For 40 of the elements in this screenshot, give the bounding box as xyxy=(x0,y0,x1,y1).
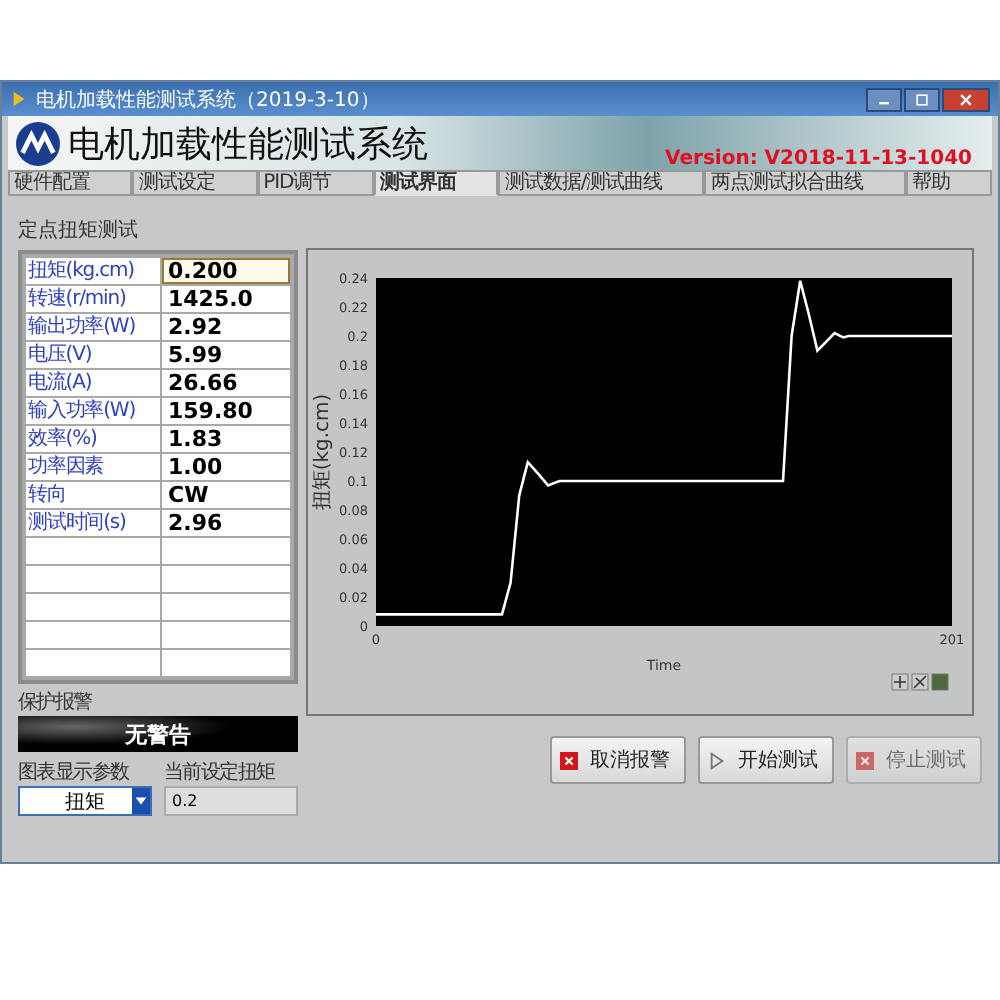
tab[interactable]: 测试界面 xyxy=(374,170,499,196)
table-cell: 159.80 xyxy=(162,398,290,424)
tab[interactable]: 两点测试拟合曲线 xyxy=(704,170,906,196)
window-title: 电机加载性能测试系统（2019-3-10） xyxy=(36,87,380,113)
table-cell: 1.83 xyxy=(162,426,290,452)
table-cell: 1425.0 xyxy=(162,286,290,312)
torque-setting-field: 0.2 xyxy=(164,786,298,816)
table-cell: 2.96 xyxy=(162,510,290,536)
table-cell: 电流(A) xyxy=(26,370,160,396)
table-cell: 功率因素 xyxy=(26,454,160,480)
alarm-label: 保护报警 xyxy=(18,689,94,716)
tab[interactable]: PID调节 xyxy=(257,170,375,196)
table-cell: 转向 xyxy=(26,482,160,508)
tab[interactable]: 测试设定 xyxy=(132,170,258,196)
panel-title: 定点扭矩测试 xyxy=(18,217,140,244)
table-cell: 输出功率(W) xyxy=(26,314,160,340)
table-cell: 效率(%) xyxy=(26,426,160,452)
table-cell: 转速(r/min) xyxy=(26,286,160,312)
table-cell: 26.66 xyxy=(162,370,290,396)
version-label: Version: V2018-11-13-1040 xyxy=(665,148,972,170)
tab[interactable]: 测试数据/测试曲线 xyxy=(498,170,705,196)
table-cell: CW xyxy=(162,482,290,508)
start-button[interactable]: 开始测试 xyxy=(698,736,834,784)
alarm-status: 无警告 xyxy=(125,719,191,749)
table-cell: 5.99 xyxy=(162,342,290,368)
cancel-button[interactable]: 取消报警 xyxy=(550,736,686,784)
table-cell: 0.200 xyxy=(162,258,290,284)
table-cell: 测试时间(s) xyxy=(26,510,160,536)
table-cell: 1.00 xyxy=(162,454,290,480)
y-axis-label: 扭矩(kg.cm) xyxy=(312,393,334,511)
table-cell: 电压(V) xyxy=(26,342,160,368)
chart-param-dropdown[interactable]: 扭矩 xyxy=(18,786,152,816)
table-cell: 2.92 xyxy=(162,314,290,340)
torque-setting-label: 当前设定扭矩 xyxy=(164,759,277,786)
chart-param-label: 图表显示参数 xyxy=(18,759,131,786)
tab[interactable]: 帮助 xyxy=(905,170,993,196)
table-cell: 扭矩(kg.cm) xyxy=(26,258,160,284)
tab[interactable]: 硬件配置 xyxy=(8,170,133,196)
table-cell: 输入功率(W) xyxy=(26,398,160,424)
app-name: 电机加载性能测试系统 xyxy=(68,121,428,167)
